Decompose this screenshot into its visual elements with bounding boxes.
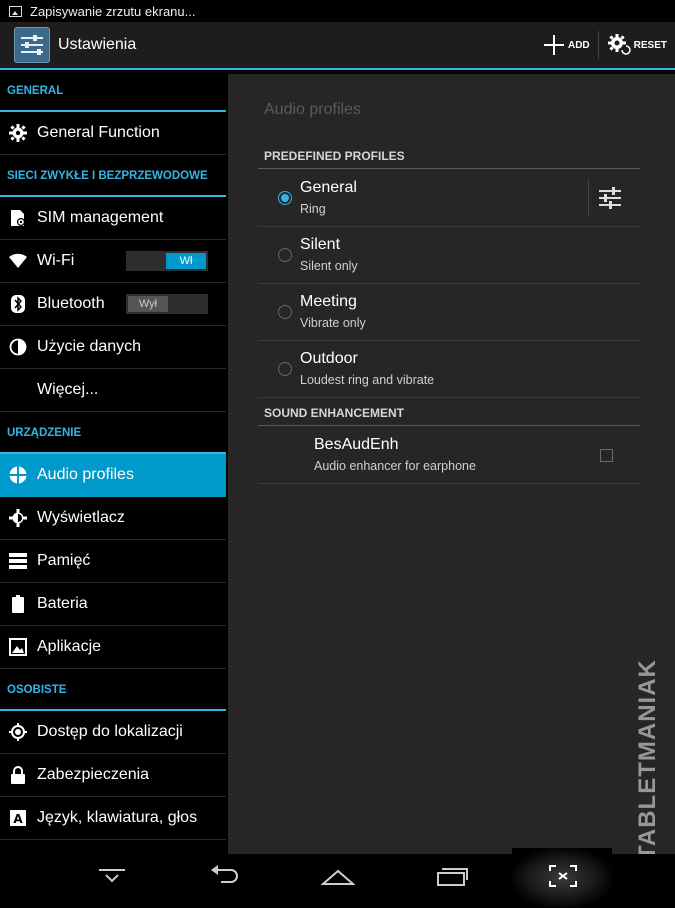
page-title: Ustawienia (58, 36, 137, 53)
profile-row-meeting[interactable]: Meeting Vibrate only (258, 284, 640, 341)
svg-text:A: A (13, 812, 23, 826)
brightness-icon (8, 508, 28, 528)
sim-card-icon (8, 208, 28, 228)
settings-app-icon[interactable] (14, 27, 50, 63)
storage-icon (8, 551, 28, 571)
profile-radio-meeting[interactable] (278, 305, 292, 319)
sidebar-item-label: Wi-Fi (37, 252, 75, 269)
sidebar-item-storage[interactable]: Pamięć (0, 540, 226, 583)
watermark-text: TABLETMANIAK (634, 659, 661, 860)
profile-name: Outdoor (300, 350, 358, 367)
sidebar-item-display[interactable]: Wyświetlacz (0, 497, 226, 540)
enhancement-row-besaudenh[interactable]: BesAudEnh Audio enhancer for earphone (258, 427, 640, 484)
sidebar-item-label: Użycie danych (37, 338, 142, 355)
profile-row-general[interactable]: General Ring (258, 170, 640, 227)
screenshot-icon[interactable] (548, 864, 578, 893)
status-notification-text: Zapisywanie zrzutu ekranu... (30, 3, 196, 19)
add-button[interactable]: ADD (535, 22, 598, 68)
section-header-predefined: PREDEFINED PROFILES (258, 149, 640, 169)
sidebar-item-data-usage[interactable]: Użycie danych (0, 326, 226, 369)
enhancement-name: BesAudEnh (314, 436, 399, 453)
gear-reset-icon (607, 34, 631, 55)
sidebar-item-label: Bateria (37, 595, 88, 612)
enhancement-summary: Audio enhancer for earphone (314, 459, 476, 473)
wifi-toggle[interactable]: Wł (126, 251, 208, 271)
back-icon[interactable] (209, 864, 241, 893)
data-usage-icon (8, 337, 28, 357)
navigation-bar (0, 848, 675, 908)
bluetooth-icon (8, 294, 28, 314)
category-header: SIECI ZWYKŁE I BEZPRZEWODOWE (0, 155, 226, 197)
location-icon (8, 722, 28, 742)
profile-radio-silent[interactable] (278, 248, 292, 262)
gear-icon (8, 123, 28, 143)
sidebar-item-label: Aplikacje (37, 638, 102, 655)
sidebar-item-label: Dostęp do lokalizacji (37, 723, 183, 740)
wifi-toggle-label: Wł (166, 253, 206, 269)
sidebar-item-apps[interactable]: Aplikacje (0, 626, 226, 669)
profile-row-silent[interactable]: Silent Silent only (258, 227, 640, 284)
profile-name: Meeting (300, 293, 357, 310)
action-bar: Ustawienia ADD RESET (0, 22, 675, 70)
sidebar-item-audio-profiles[interactable]: Audio profiles (0, 454, 226, 497)
profile-summary: Vibrate only (300, 316, 366, 330)
sidebar-item-sim-management[interactable]: SIM management (0, 197, 226, 240)
sidebar-item-label: General Function (37, 124, 160, 141)
sidebar-item-label: Wyświetlacz (37, 509, 125, 526)
lock-icon (8, 765, 28, 785)
audio-profiles-panel: Audio profiles PREDEFINED PROFILES Gener… (228, 74, 675, 854)
category-header: URZĄDZENIE (0, 412, 226, 454)
profile-radio-general[interactable] (278, 191, 292, 205)
apps-icon (8, 637, 28, 657)
sidebar-item-location[interactable]: Dostęp do lokalizacji (0, 711, 226, 754)
sidebar-item-label: Bluetooth (37, 295, 105, 312)
sidebar-item-label: SIM management (37, 209, 164, 226)
screenshot-notification-icon (9, 5, 22, 17)
panel-title: Audio profiles (264, 101, 361, 118)
wifi-icon (8, 251, 28, 271)
enhancement-checkbox[interactable] (600, 449, 613, 462)
sidebar-item-label: Zabezpieczenia (37, 766, 150, 783)
row-divider (588, 180, 589, 216)
sidebar-item-battery[interactable]: Bateria (0, 583, 226, 626)
section-header-sound-enhancement: SOUND ENHANCEMENT (258, 406, 640, 426)
status-bar: Zapisywanie zrzutu ekranu... (0, 0, 675, 22)
reset-button[interactable]: RESET (599, 22, 675, 68)
sidebar-item-label: Język, klawiatura, głos (37, 809, 198, 826)
add-button-label: ADD (567, 39, 590, 51)
battery-icon (8, 594, 28, 614)
audio-profiles-icon (8, 465, 28, 485)
sidebar-item-language-keyboard[interactable]: A Język, klawiatura, głos (0, 797, 226, 840)
settings-sidebar: GENERAL General Function SIECI ZWYKŁE I … (0, 70, 226, 870)
sidebar-item-label: Więcej... (37, 381, 99, 398)
bluetooth-toggle-label: Wył (128, 296, 168, 312)
recent-apps-icon[interactable] (436, 864, 468, 893)
hide-keyboard-icon[interactable] (98, 864, 126, 893)
plus-icon (543, 35, 564, 55)
sidebar-item-more[interactable]: Więcej... (0, 369, 226, 412)
sidebar-item-label: Pamięć (37, 552, 91, 569)
sidebar-item-wifi[interactable]: Wi-Fi Wł (0, 240, 226, 283)
sidebar-item-label: Audio profiles (37, 466, 134, 483)
keyboard-icon: A (8, 808, 28, 828)
profile-radio-outdoor[interactable] (278, 362, 292, 376)
profile-summary: Ring (300, 202, 326, 216)
bluetooth-toggle[interactable]: Wył (126, 294, 208, 314)
profile-name: General (300, 179, 357, 196)
home-icon[interactable] (320, 864, 356, 893)
profile-summary: Silent only (300, 259, 358, 273)
equalizer-settings-icon[interactable] (598, 187, 622, 214)
sidebar-item-security[interactable]: Zabezpieczenia (0, 754, 226, 797)
profile-row-outdoor[interactable]: Outdoor Loudest ring and vibrate (258, 341, 640, 398)
category-header: OSOBISTE (0, 669, 226, 711)
reset-button-label: RESET (633, 39, 667, 51)
sidebar-item-bluetooth[interactable]: Bluetooth Wył (0, 283, 226, 326)
sidebar-item-general-function[interactable]: General Function (0, 112, 226, 155)
category-header: GENERAL (0, 70, 226, 112)
profile-name: Silent (300, 236, 341, 253)
profile-summary: Loudest ring and vibrate (300, 373, 435, 387)
